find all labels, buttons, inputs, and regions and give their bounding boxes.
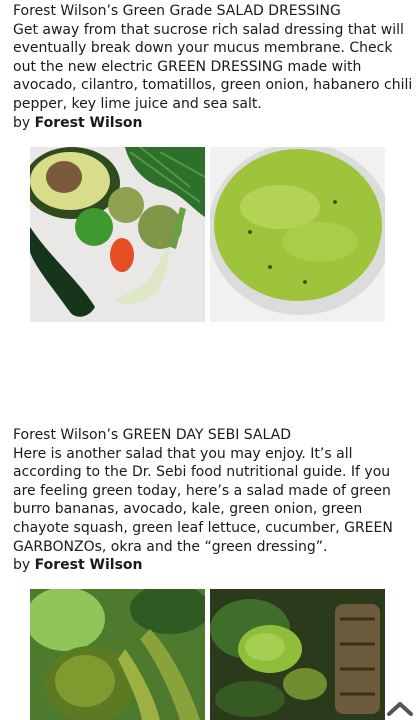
ingredients-photo [30, 147, 205, 322]
post-green-day-salad: Forest Wilson’s GREEN DAY SEBI SALAD Her… [13, 426, 413, 575]
chevron-up-icon [387, 702, 413, 716]
post-title: Forest Wilson’s Green Grade SALAD DRESSI… [13, 3, 341, 19]
byline: by Forest Wilson [13, 114, 143, 131]
green-dressing-photo [210, 147, 385, 322]
post-body: Here is another salad that you may enjoy… [13, 445, 393, 555]
salad-ingredients-photo [30, 589, 205, 720]
scroll-to-top-button[interactable] [386, 700, 414, 716]
post-title: Forest Wilson’s GREEN DAY SEBI SALAD [13, 427, 291, 443]
author-link[interactable]: Forest Wilson [35, 115, 143, 131]
post-salad-dressing: Forest Wilson’s Green Grade SALAD DRESSI… [13, 2, 413, 132]
byline: by Forest Wilson [13, 557, 143, 574]
green-day-salad-photo [210, 589, 385, 720]
author-link[interactable]: Forest Wilson [35, 557, 143, 573]
post-body: Get away from that sucrose rich salad dr… [13, 21, 413, 112]
